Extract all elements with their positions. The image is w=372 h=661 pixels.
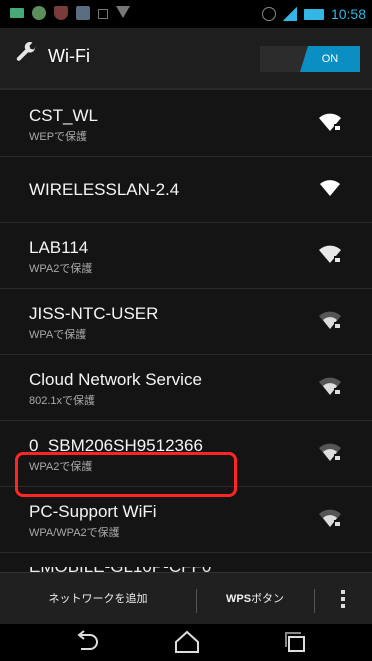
- wifi-locked-icon: [319, 245, 341, 263]
- bottom-action-bar: ネットワークを追加 WPSボタン: [0, 572, 372, 625]
- battery-small-icon: [10, 8, 24, 18]
- network-name: LAB114: [29, 238, 89, 257]
- image-icon: [76, 6, 90, 20]
- home-icon[interactable]: [172, 630, 202, 654]
- network-name: Cloud Network Service: [29, 370, 202, 389]
- overflow-menu-icon[interactable]: [333, 587, 353, 611]
- battery-icon: [303, 8, 324, 20]
- wifi-locked-icon: [319, 113, 341, 131]
- network-name: PC-Support WiFi: [29, 502, 157, 521]
- network-name: CST_WL: [29, 106, 98, 125]
- toggle-on-label: ON: [300, 46, 360, 72]
- network-item-wirelesslan[interactable]: WIRELESSLAN-2.4: [0, 156, 372, 223]
- network-name: WIRELESSLAN-2.4: [29, 180, 180, 199]
- signal-icon: [282, 7, 297, 21]
- network-item-jiss-ntc-user[interactable]: JISS-NTC-USER WPAで保護: [0, 288, 372, 355]
- recent-apps-icon[interactable]: [280, 630, 310, 654]
- wifi-locked-icon: [319, 509, 341, 527]
- network-item-cst-wl[interactable]: CST_WL WEPで保護: [0, 90, 372, 157]
- wifi-toggle[interactable]: ON: [260, 46, 360, 72]
- notification-icon: [98, 9, 108, 19]
- wifi-settings-screen: 10:58 Wi-Fi ON CST_WL WEPで保護 WIRELESSLAN…: [0, 0, 372, 661]
- back-icon[interactable]: [72, 630, 102, 654]
- highlight-box: [15, 452, 237, 497]
- add-network-button[interactable]: ネットワークを追加: [0, 573, 196, 625]
- network-security: WPAで保護: [29, 329, 87, 341]
- wps-label-suffix: ボタン: [251, 593, 285, 605]
- network-security: WPA2で保護: [29, 263, 93, 275]
- navigation-bar: [0, 624, 372, 661]
- network-name: JISS-NTC-USER: [29, 304, 159, 323]
- wrench-icon: [16, 42, 37, 61]
- wifi-icon: [320, 180, 340, 196]
- divider: [314, 589, 315, 613]
- sync-icon: [261, 7, 276, 21]
- network-list[interactable]: CST_WL WEPで保護 WIRELESSLAN-2.4 LAB114 WPA…: [0, 90, 372, 572]
- wps-button[interactable]: WPSボタン: [196, 573, 314, 625]
- status-icons: 10:58: [261, 6, 366, 22]
- shield-icon: [54, 6, 68, 20]
- notification-icons: [10, 6, 130, 20]
- network-security: 802.1xで保護: [29, 395, 96, 407]
- action-bar: Wi-Fi ON: [0, 28, 372, 90]
- network-item-lab114[interactable]: LAB114 WPA2で保護: [0, 222, 372, 289]
- network-security: WEPで保護: [29, 131, 88, 143]
- wifi-locked-icon: [319, 377, 341, 395]
- status-time: 10:58: [330, 6, 366, 22]
- usb-icon: [32, 6, 46, 20]
- wifi-locked-icon: [319, 443, 341, 461]
- network-security: WPA/WPA2で保護: [29, 527, 120, 539]
- wifi-icon: [116, 6, 130, 18]
- wifi-locked-icon: [319, 311, 341, 329]
- wps-label-prefix: WPS: [225, 593, 252, 605]
- status-bar: 10:58: [0, 0, 372, 28]
- page-title: Wi-Fi: [48, 46, 90, 66]
- network-item-cloud-network-service[interactable]: Cloud Network Service 802.1xで保護: [0, 354, 372, 421]
